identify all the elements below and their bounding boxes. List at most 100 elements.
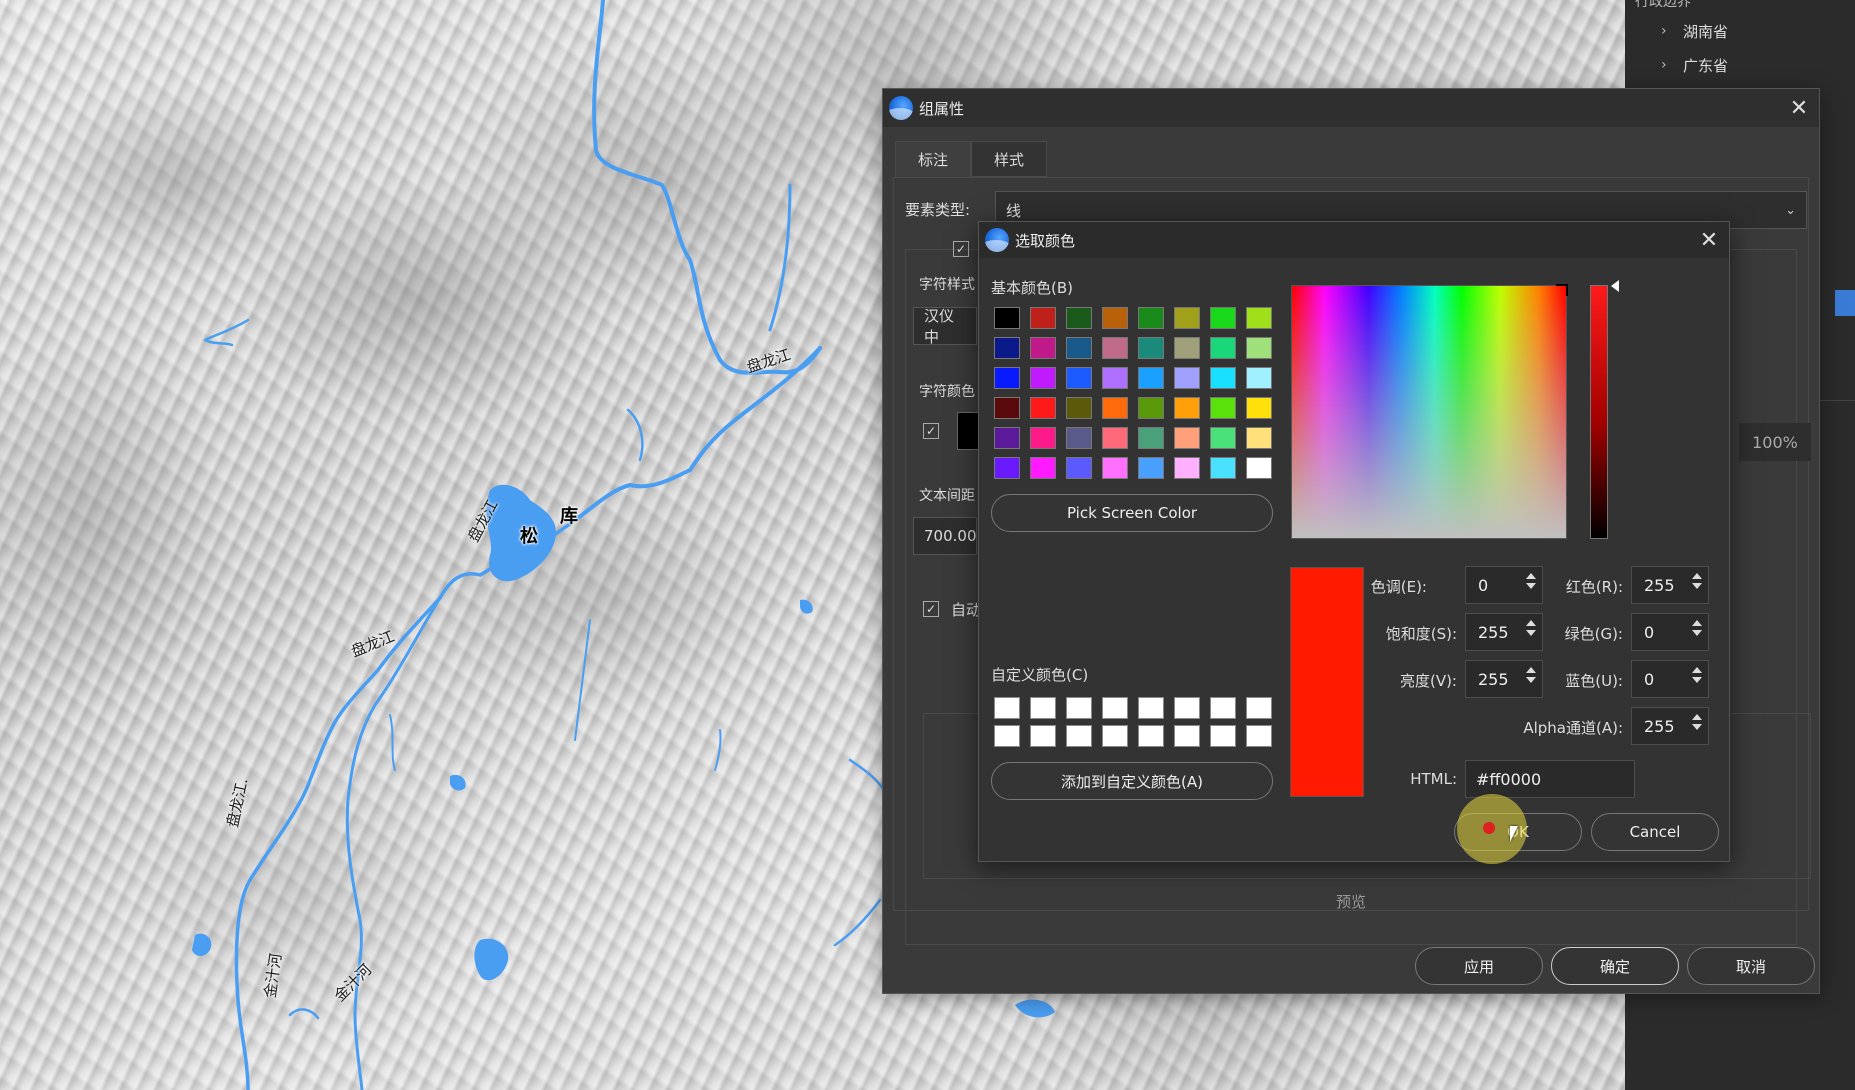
tree-item-hunan[interactable]: › 湖南省 <box>1625 14 1855 48</box>
spin-up-icon[interactable] <box>1526 667 1536 673</box>
basic-color-swatch[interactable] <box>1066 367 1092 389</box>
spectrum-cursor[interactable] <box>1556 284 1568 296</box>
custom-color-swatch[interactable] <box>1102 725 1128 747</box>
basic-color-swatch[interactable] <box>1246 427 1272 449</box>
green-spinbox[interactable]: 0 <box>1631 613 1709 651</box>
basic-color-swatch[interactable] <box>1138 457 1164 479</box>
basic-color-swatch[interactable] <box>1138 307 1164 329</box>
add-custom-color-button[interactable]: 添加到自定义颜色(A) <box>991 762 1273 800</box>
basic-color-swatch[interactable] <box>1246 457 1272 479</box>
spin-down-icon[interactable] <box>1692 583 1702 589</box>
basic-color-swatch[interactable] <box>1066 337 1092 359</box>
spin-up-icon[interactable] <box>1526 620 1536 626</box>
basic-color-swatch[interactable] <box>1102 337 1128 359</box>
apply-button[interactable]: 应用 <box>1415 947 1543 985</box>
custom-color-swatch[interactable] <box>1102 697 1128 719</box>
slider-arrow-icon[interactable] <box>1611 280 1619 292</box>
basic-color-swatch[interactable] <box>1210 367 1236 389</box>
char-color-checkbox[interactable]: ✓ <box>923 423 939 439</box>
custom-color-swatch[interactable] <box>1066 697 1092 719</box>
basic-color-swatch[interactable] <box>1030 337 1056 359</box>
basic-color-swatch[interactable] <box>1102 457 1128 479</box>
basic-color-swatch[interactable] <box>1138 397 1164 419</box>
dialog-title-bar[interactable]: 组属性 ✕ <box>883 89 1819 127</box>
spin-down-icon[interactable] <box>1526 630 1536 636</box>
basic-color-swatch[interactable] <box>1102 397 1128 419</box>
spin-up-icon[interactable] <box>1692 667 1702 673</box>
hue-spinbox[interactable]: 0 <box>1465 566 1543 604</box>
custom-color-swatch[interactable] <box>1066 725 1092 747</box>
basic-color-swatch[interactable] <box>1138 367 1164 389</box>
basic-color-swatch[interactable] <box>1174 307 1200 329</box>
pick-screen-color-button[interactable]: Pick Screen Color <box>991 494 1273 532</box>
chevron-right-icon[interactable]: › <box>1661 23 1683 39</box>
tab-style[interactable]: 样式 <box>971 141 1048 177</box>
basic-color-swatch[interactable] <box>1030 397 1056 419</box>
scroll-marker[interactable] <box>1835 290 1855 316</box>
basic-color-swatch[interactable] <box>1138 337 1164 359</box>
close-button[interactable]: ✕ <box>1689 221 1729 259</box>
basic-color-swatch[interactable] <box>1030 427 1056 449</box>
spin-up-icon[interactable] <box>1692 620 1702 626</box>
custom-color-swatch[interactable] <box>1174 725 1200 747</box>
text-spacing-input[interactable]: 700.00 <box>913 517 977 555</box>
basic-color-swatch[interactable] <box>1210 427 1236 449</box>
enable-label-checkbox[interactable]: ✓ <box>953 241 969 257</box>
spin-up-icon[interactable] <box>1692 714 1702 720</box>
basic-color-swatch[interactable] <box>1030 367 1056 389</box>
custom-color-swatch[interactable] <box>1030 697 1056 719</box>
basic-color-swatch[interactable] <box>994 307 1020 329</box>
opacity-value[interactable]: 100% <box>1739 423 1811 461</box>
alpha-spinbox[interactable]: 255 <box>1631 707 1709 745</box>
basic-color-swatch[interactable] <box>1246 337 1272 359</box>
tree-item-guangdong[interactable]: › 广东省 <box>1625 48 1855 82</box>
basic-color-swatch[interactable] <box>994 367 1020 389</box>
custom-color-swatch[interactable] <box>1246 697 1272 719</box>
basic-color-swatch[interactable] <box>994 397 1020 419</box>
custom-color-swatch[interactable] <box>994 725 1020 747</box>
spin-down-icon[interactable] <box>1692 677 1702 683</box>
dialog-title-bar[interactable]: 选取颜色 ✕ <box>979 222 1729 258</box>
basic-color-swatch[interactable] <box>1066 427 1092 449</box>
spin-up-icon[interactable] <box>1526 573 1536 579</box>
basic-color-swatch[interactable] <box>1138 427 1164 449</box>
basic-color-swatch[interactable] <box>1102 307 1128 329</box>
custom-color-swatch[interactable] <box>1030 725 1056 747</box>
custom-color-swatch[interactable] <box>1138 725 1164 747</box>
basic-color-swatch[interactable] <box>994 337 1020 359</box>
color-spectrum[interactable] <box>1291 284 1568 539</box>
custom-color-swatch[interactable] <box>1138 697 1164 719</box>
basic-color-swatch[interactable] <box>1246 397 1272 419</box>
cancel-button[interactable]: Cancel <box>1591 813 1719 851</box>
basic-color-swatch[interactable] <box>1210 337 1236 359</box>
basic-color-swatch[interactable] <box>1174 337 1200 359</box>
ok-button[interactable]: 确定 <box>1551 947 1679 985</box>
basic-color-swatch[interactable] <box>994 457 1020 479</box>
basic-color-swatch[interactable] <box>1174 397 1200 419</box>
basic-color-swatch[interactable] <box>1210 457 1236 479</box>
auto-checkbox[interactable]: ✓ <box>923 601 939 617</box>
char-color-swatch[interactable] <box>957 412 979 450</box>
basic-color-swatch[interactable] <box>1174 427 1200 449</box>
close-button[interactable]: ✕ <box>1779 89 1819 127</box>
spin-down-icon[interactable] <box>1526 583 1536 589</box>
spin-up-icon[interactable] <box>1692 573 1702 579</box>
basic-color-swatch[interactable] <box>1246 367 1272 389</box>
custom-color-swatch[interactable] <box>1246 725 1272 747</box>
basic-color-swatch[interactable] <box>994 427 1020 449</box>
blue-spinbox[interactable]: 0 <box>1631 660 1709 698</box>
custom-color-swatch[interactable] <box>994 697 1020 719</box>
basic-color-swatch[interactable] <box>1030 457 1056 479</box>
html-hex-input[interactable]: #ff0000 <box>1465 760 1635 798</box>
basic-color-swatch[interactable] <box>1210 307 1236 329</box>
basic-color-swatch[interactable] <box>1102 427 1128 449</box>
custom-color-swatch[interactable] <box>1210 697 1236 719</box>
basic-color-swatch[interactable] <box>1066 457 1092 479</box>
tab-label[interactable]: 标注 <box>895 141 972 177</box>
ok-button[interactable]: OK <box>1454 813 1582 851</box>
spin-down-icon[interactable] <box>1692 724 1702 730</box>
spin-down-icon[interactable] <box>1526 677 1536 683</box>
basic-color-swatch[interactable] <box>1174 457 1200 479</box>
saturation-spinbox[interactable]: 255 <box>1465 613 1543 651</box>
cancel-button[interactable]: 取消 <box>1687 947 1815 985</box>
